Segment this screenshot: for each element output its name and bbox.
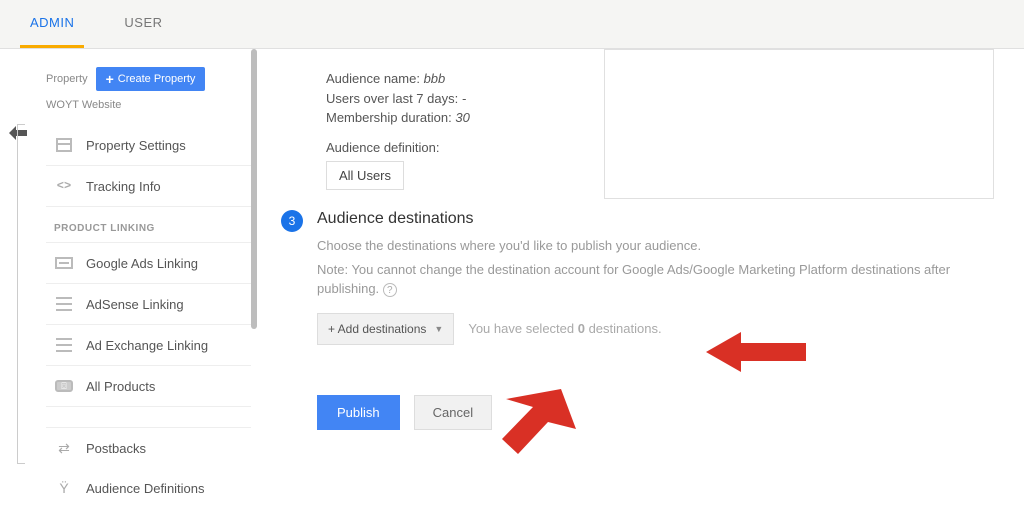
- property-name: WOYT Website: [46, 99, 251, 111]
- sidebar-item-ad-exchange[interactable]: Ad Exchange Linking: [46, 325, 251, 366]
- sidebar: Property + Create Property WOYT Website …: [36, 49, 251, 504]
- audience-users-label: Users over last 7 days:: [326, 91, 458, 106]
- sidebar-item-audience-definitions[interactable]: Ÿ Audience Definitions: [46, 468, 251, 508]
- sidebar-section-product-linking: PRODUCT LINKING: [46, 207, 251, 243]
- link-icon: ⌼: [54, 378, 74, 394]
- step-desc-1: Choose the destinations where you'd like…: [317, 236, 994, 256]
- sidebar-item-label: Google Ads Linking: [86, 256, 198, 271]
- sidebar-item-label: Ad Exchange Linking: [86, 338, 208, 353]
- audience-users-value: -: [462, 91, 466, 106]
- property-label: Property: [46, 73, 88, 85]
- preview-box: [604, 49, 994, 199]
- sidebar-item-label: All Products: [86, 379, 155, 394]
- create-property-button[interactable]: + Create Property: [96, 67, 206, 91]
- nav-tabs: ADMIN USER: [0, 0, 1024, 49]
- sidebar-item-label: Property Settings: [86, 138, 186, 153]
- tab-admin[interactable]: ADMIN: [20, 0, 84, 48]
- sidebar-item-label: Audience Definitions: [86, 481, 205, 496]
- sidebar-item-adsense[interactable]: AdSense Linking: [46, 284, 251, 325]
- step-title: Audience destinations: [317, 210, 994, 228]
- ad-exchange-icon: [54, 337, 74, 353]
- audience-name-value: bbb: [424, 71, 446, 86]
- sidebar-item-label: AdSense Linking: [86, 297, 184, 312]
- add-destinations-button[interactable]: + Add destinations ▼: [317, 313, 454, 345]
- sidebar-item-all-products[interactable]: ⌼ All Products: [46, 366, 251, 407]
- destinations-status: You have selected 0 destinations.: [468, 321, 661, 336]
- arrows-icon: ⇄: [54, 440, 74, 456]
- back-column: [0, 49, 36, 504]
- sidebar-item-property-settings[interactable]: Property Settings: [46, 125, 251, 166]
- plus-icon: +: [106, 73, 114, 85]
- add-destinations-label: + Add destinations: [328, 322, 426, 336]
- create-property-label: Create Property: [118, 73, 196, 85]
- sidebar-item-label: Tracking Info: [86, 179, 161, 194]
- audience-definition-value: All Users: [326, 161, 404, 190]
- help-icon[interactable]: ?: [383, 283, 397, 297]
- sidebar-item-google-ads[interactable]: Google Ads Linking: [46, 243, 251, 284]
- sidebar-item-tracking-info[interactable]: <> Tracking Info: [46, 166, 251, 207]
- code-icon: <>: [54, 178, 74, 194]
- tab-user[interactable]: USER: [114, 0, 172, 48]
- settings-icon: [54, 137, 74, 153]
- main-panel: Audience name: bbb Users over last 7 day…: [251, 49, 1024, 504]
- fork-icon: Ÿ: [54, 480, 74, 496]
- step-badge-3: 3: [281, 210, 303, 232]
- step-desc-2: Note: You cannot change the destination …: [317, 262, 950, 297]
- audience-name-label: Audience name:: [326, 71, 420, 86]
- cancel-button[interactable]: Cancel: [414, 395, 492, 430]
- chevron-down-icon: ▼: [434, 324, 443, 334]
- ads-icon: [54, 255, 74, 271]
- sidebar-item-postbacks[interactable]: ⇄ Postbacks: [46, 428, 251, 468]
- adsense-icon: [54, 296, 74, 312]
- publish-button[interactable]: Publish: [317, 395, 400, 430]
- audience-duration-label: Membership duration:: [326, 110, 452, 125]
- audience-duration-value: 30: [455, 110, 469, 125]
- sidebar-item-label: Postbacks: [86, 441, 146, 456]
